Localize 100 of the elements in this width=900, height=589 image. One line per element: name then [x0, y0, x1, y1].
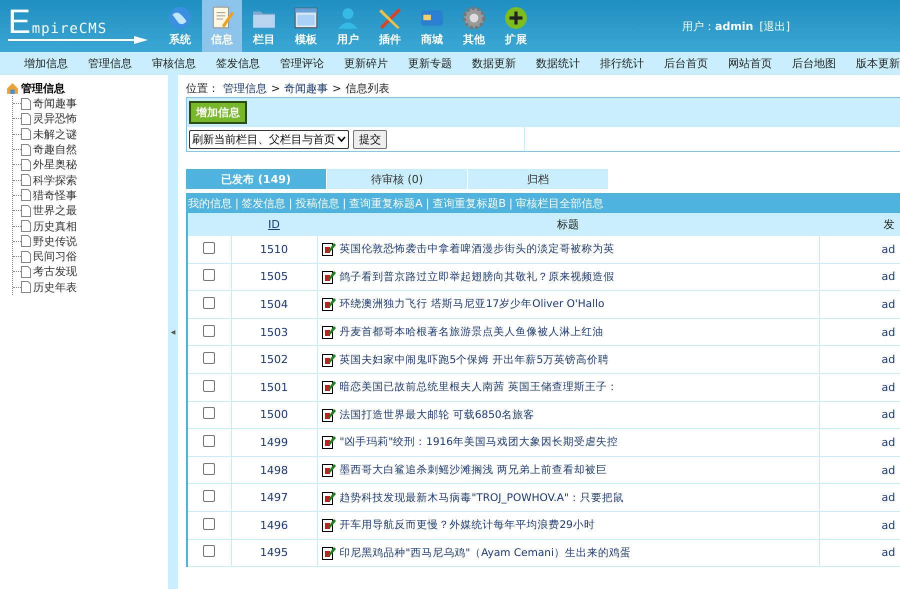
column-header: 发 [884, 218, 894, 231]
tree-item[interactable]: 世界之最 [33, 203, 77, 218]
chevron-icon [337, 136, 346, 142]
globe-icon [167, 5, 193, 31]
row-checkbox[interactable] [203, 242, 216, 254]
row-checkbox[interactable] [203, 296, 216, 309]
menu-link[interactable]: 数据统计 [526, 56, 590, 71]
edit-icon [322, 518, 336, 532]
table-cell: ad [882, 326, 896, 339]
edit-icon [322, 270, 336, 284]
edit-icon [322, 463, 336, 478]
link-separator: | [341, 196, 348, 210]
row-checkbox[interactable] [203, 545, 216, 558]
table-cell: ad [882, 464, 896, 477]
link-separator: | [424, 196, 430, 210]
tree-root[interactable]: 管理信息 [21, 81, 65, 96]
edit-icon [322, 546, 336, 560]
edit-icon [322, 435, 336, 450]
row-checkbox[interactable] [203, 407, 216, 420]
tree-item[interactable]: 猎奇怪事 [33, 188, 77, 203]
table-cell: ad [882, 380, 896, 394]
id-cell: 1504 [231, 290, 317, 318]
arrow-icon [8, 36, 148, 44]
table-cell: ad [882, 270, 896, 284]
link-separator: | [508, 196, 514, 210]
tree-item[interactable]: 奇趣自然 [33, 142, 77, 158]
id-cell: 1495 [231, 539, 317, 567]
menu-link[interactable]: 增加信息 [14, 56, 78, 71]
menu-link[interactable]: 审核信息 [142, 56, 206, 71]
tree-item[interactable]: 外星奥秘 [33, 157, 77, 172]
menu-link[interactable]: 后台首页 [654, 56, 718, 71]
row-checkbox[interactable] [203, 462, 216, 475]
menu-link[interactable]: 更新专题 [398, 56, 462, 71]
id-cell: 1505 [231, 263, 317, 291]
breadcrumb-link[interactable]: 管理信息 [223, 80, 267, 96]
menu-link[interactable]: 版本更新 [846, 56, 900, 71]
edit-icon [322, 242, 336, 256]
tree-item[interactable]: 历史年表 [33, 280, 77, 295]
tree-item[interactable]: 历史真相 [33, 218, 77, 234]
id-cell: 1496 [231, 511, 317, 540]
table-cell: ad [882, 436, 896, 449]
id-cell: 1497 [231, 484, 317, 512]
breadcrumb-link[interactable]: 奇闻趣事 [284, 80, 328, 96]
table-cell: ad [882, 353, 896, 366]
edit-icon [322, 380, 336, 394]
plus-icon [503, 5, 529, 31]
logo: EmpireCMS [8, 8, 108, 36]
tab[interactable]: 归档 [468, 169, 608, 189]
tree-item[interactable]: 未解之谜 [33, 126, 77, 142]
row-checkbox[interactable] [203, 269, 216, 282]
window-icon [293, 5, 319, 31]
edit-icon [322, 352, 336, 367]
menu-link[interactable]: 数据更新 [462, 56, 526, 71]
menu-link[interactable]: 管理评论 [270, 56, 334, 71]
tree-item[interactable]: 科学探索 [33, 172, 77, 188]
home-icon [6, 82, 19, 95]
row-checkbox[interactable] [203, 490, 216, 502]
id-cell: 1500 [231, 401, 317, 429]
id-cell: 1498 [231, 456, 317, 484]
table-cell: ad [882, 518, 896, 532]
row-checkbox[interactable] [203, 352, 216, 364]
column-header: 标题 [317, 214, 819, 236]
breadcrumb-link[interactable]: 信息列表 [345, 80, 390, 96]
table-cell: ad [882, 242, 896, 256]
breadcrumb-label: 位置： [186, 80, 219, 96]
breadcrumb-separator: > [332, 82, 342, 94]
submit-button[interactable]: 提交 [353, 130, 387, 148]
table-cell: ad [882, 408, 896, 422]
user-label: 用户：admin [682, 18, 754, 34]
tree-item[interactable]: 考古发现 [33, 264, 77, 280]
link-separator: | [234, 196, 240, 210]
tree-item[interactable]: 灵异恐怖 [33, 111, 77, 126]
menu-link[interactable]: 网站首页 [718, 56, 782, 71]
tree-item[interactable]: 民间习俗 [33, 249, 77, 264]
id-cell: 1499 [231, 428, 317, 456]
edit-icon [322, 408, 336, 422]
edit-icon [322, 297, 336, 312]
menu-link[interactable]: 更新碎片 [334, 56, 398, 71]
table-cell: ad [882, 546, 896, 560]
tree-item[interactable]: 奇闻趣事 [33, 96, 77, 112]
menu-link[interactable]: 管理信息 [78, 56, 142, 71]
row-checkbox[interactable] [203, 518, 216, 530]
row-checkbox[interactable] [203, 434, 216, 447]
row-checkbox[interactable] [203, 380, 216, 392]
link-separator: | [288, 196, 294, 210]
menu-link[interactable]: 后台地图 [782, 56, 846, 71]
edit-icon [322, 325, 336, 340]
row-checkbox[interactable] [203, 324, 216, 337]
id-cell: 1502 [231, 346, 317, 374]
table-cell: ad [882, 491, 896, 504]
column-header[interactable]: ID [268, 218, 280, 231]
menu-link[interactable]: 排行统计 [590, 56, 654, 71]
edit-icon [322, 490, 336, 505]
id-cell: 1501 [231, 373, 317, 402]
tab[interactable]: 待审核 (0) [327, 169, 467, 189]
breadcrumb-separator: > [271, 82, 280, 94]
menu-link[interactable]: 签发信息 [206, 56, 270, 71]
tree-item[interactable]: 野史传说 [33, 234, 77, 249]
refresh-select[interactable]: 刷新当前栏目、父栏目与首页 [189, 130, 349, 148]
table-cell: ad [882, 298, 896, 311]
